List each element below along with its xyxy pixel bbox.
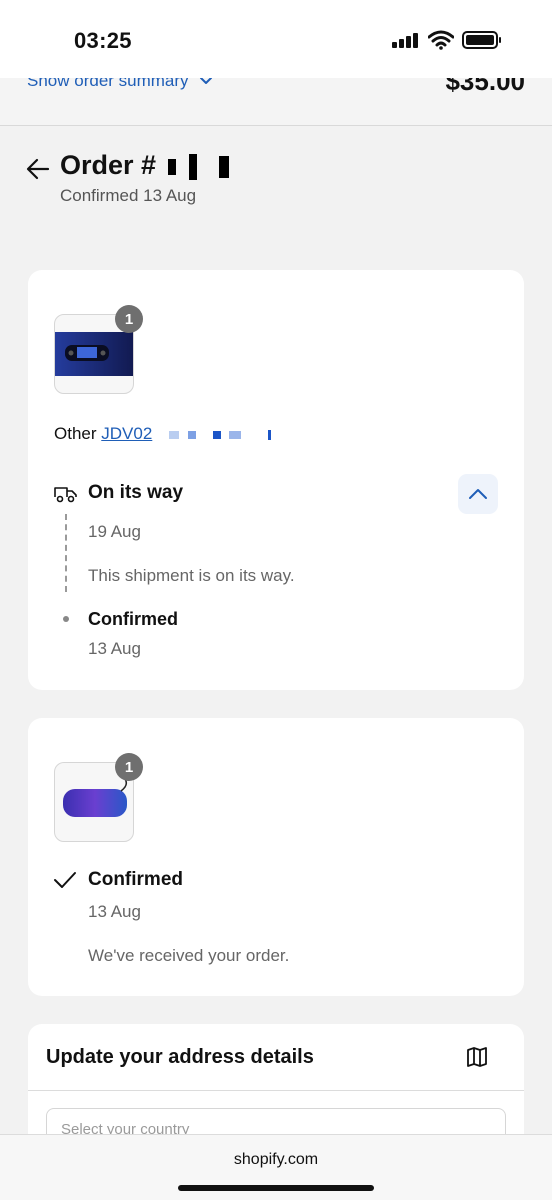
redacted-order-number <box>218 155 229 178</box>
address-card-title: Update your address details <box>46 1046 314 1068</box>
product-thumbnail[interactable]: 1 <box>54 305 143 394</box>
back-arrow-icon[interactable] <box>26 158 50 180</box>
site-domain[interactable]: shopify.com <box>0 1151 552 1169</box>
chevron-up-icon <box>469 489 487 499</box>
status-confirmed: Confirmed <box>88 869 183 890</box>
show-order-summary-toggle[interactable]: Show order summary <box>27 78 213 91</box>
truck-icon <box>54 487 77 503</box>
battery-icon <box>462 31 501 49</box>
confirmed-date: 13 Aug <box>88 639 141 658</box>
confirmed-date: 13 Aug <box>88 902 141 921</box>
order-confirmed-date: Confirmed 13 Aug <box>60 186 197 205</box>
quantity-badge: 1 <box>115 753 143 781</box>
status-time: 03:25 <box>74 28 132 53</box>
order-title-prefix: Order # <box>60 150 157 180</box>
wifi-icon <box>428 30 454 50</box>
map-icon[interactable] <box>466 1046 488 1068</box>
status-message: This shipment is on its way. <box>88 566 295 585</box>
timeline-connector <box>65 514 67 592</box>
redacted-text <box>187 430 196 439</box>
order-title: Order # <box>60 150 229 181</box>
redacted-text <box>229 430 242 439</box>
signal-icon <box>392 32 420 48</box>
status-date: 19 Aug <box>88 522 141 541</box>
redacted-order-number <box>189 153 198 180</box>
order-total: $35.00 <box>445 78 525 96</box>
status-on-its-way: On its way <box>88 482 184 503</box>
redacted-text <box>212 430 221 439</box>
product-line: Other JDV02 <box>54 424 271 444</box>
status-message: We've received your order. <box>88 946 290 965</box>
status-confirmed: Confirmed <box>88 609 178 629</box>
shipment-card: 1 Other JDV02 On its way 19 Aug This shi… <box>28 270 524 690</box>
product-thumbnail[interactable]: 1 <box>54 753 143 842</box>
redacted-text <box>169 430 180 439</box>
home-indicator[interactable] <box>178 1185 374 1191</box>
redacted-order-number <box>167 158 176 175</box>
product-type: Other <box>54 424 97 443</box>
divider <box>28 1090 524 1091</box>
chevron-down-icon <box>199 78 212 84</box>
status-bar: 03:25 <box>0 0 552 78</box>
show-order-summary-label[interactable]: Show order summary <box>27 78 189 91</box>
shipment-card: 1 Confirmed 13 Aug We've received your o… <box>28 718 524 996</box>
collapse-tracking-button[interactable] <box>458 474 498 514</box>
checkmark-icon <box>54 872 76 888</box>
timeline-dot <box>63 616 69 622</box>
browser-bottom-bar: shopify.com <box>0 1134 552 1200</box>
redacted-text <box>267 429 271 440</box>
order-summary-bar[interactable]: Show order summary $35.00 <box>0 78 552 126</box>
product-link[interactable]: JDV02 <box>101 424 152 443</box>
quantity-badge: 1 <box>115 305 143 333</box>
